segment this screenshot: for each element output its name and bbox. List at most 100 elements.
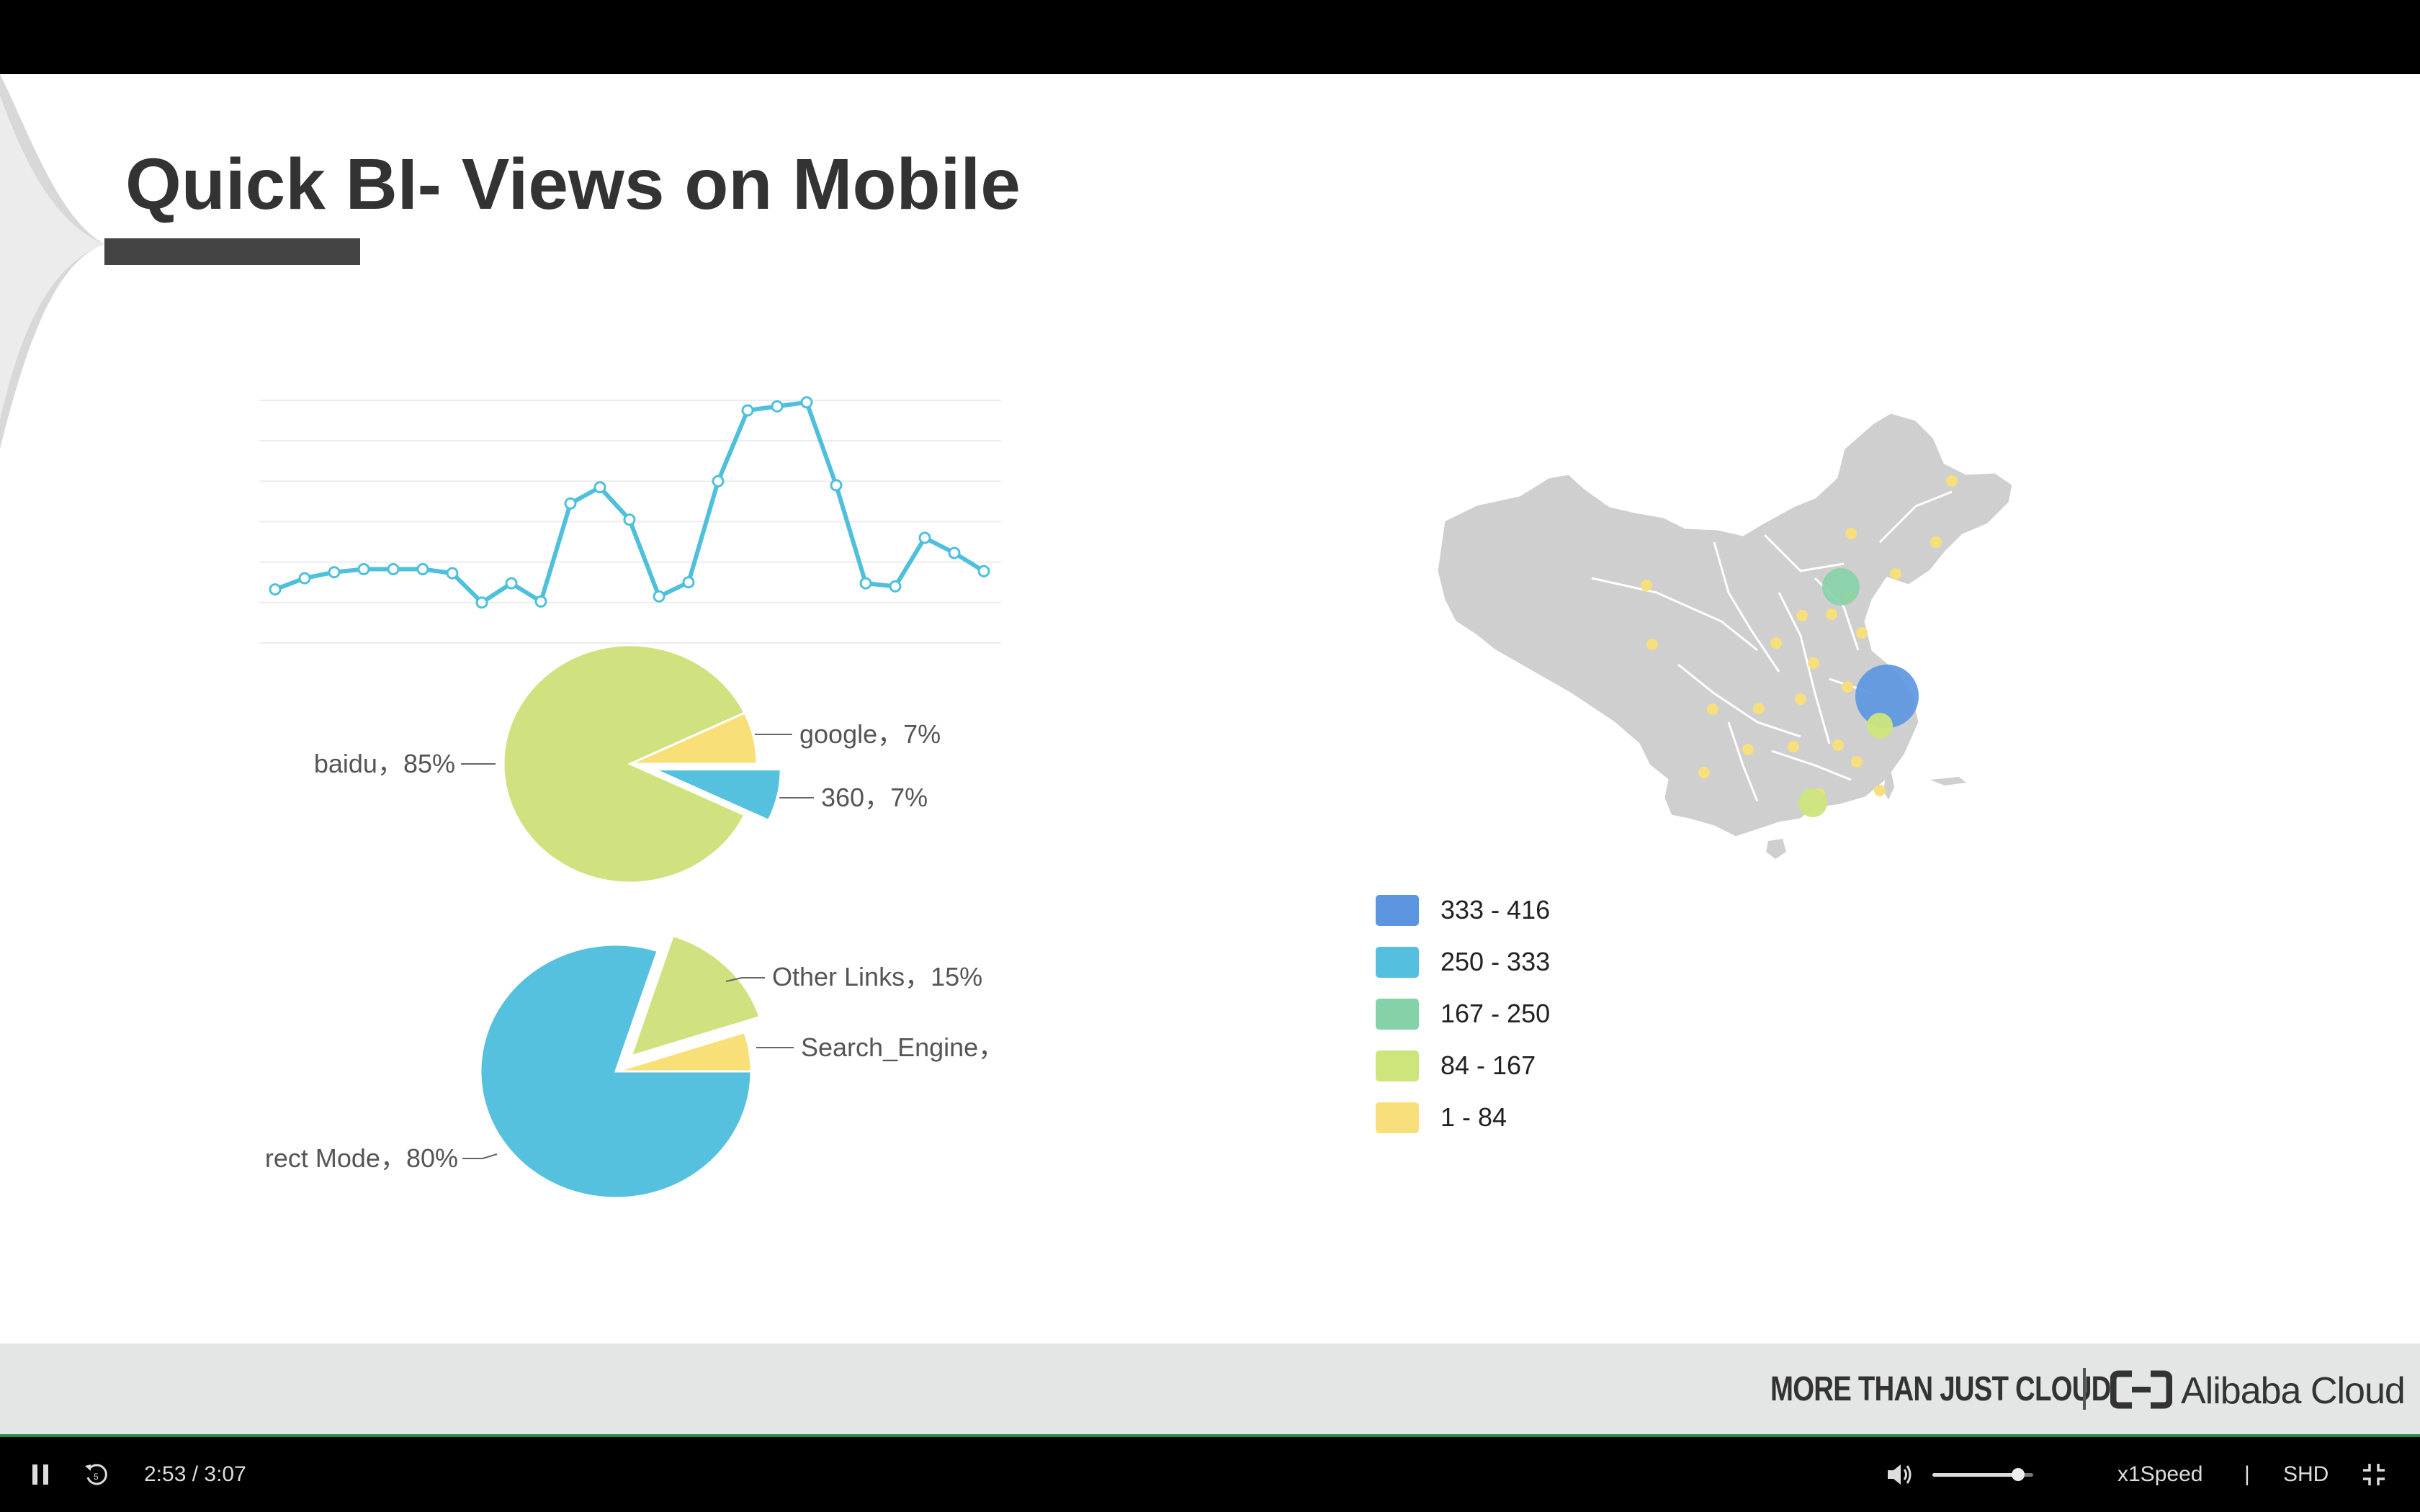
line-point (830, 479, 843, 492)
line-point (475, 596, 488, 609)
line-points (269, 396, 990, 609)
map-dot (1826, 608, 1837, 620)
map-dot (1742, 744, 1754, 755)
legend-item: 1 - 84 (1376, 1092, 1550, 1143)
legend-item: 333 - 416 (1376, 884, 1550, 936)
video-player-controls: 5 2:53 / 3:07 x1Speed | SHD (0, 1437, 2420, 1512)
china-bubble-map (1435, 411, 2015, 859)
map-dot (1842, 681, 1853, 693)
pie1-label-baidu: baidu，85% (314, 749, 455, 778)
south-islands (1930, 777, 1966, 786)
legend-item: 250 - 333 (1376, 936, 1550, 988)
pie1-label-google: google，7% (799, 719, 941, 749)
line-point (653, 590, 666, 603)
pie2-label-direct-mode: rect Mode，80% (265, 1143, 458, 1173)
line-point (800, 396, 813, 409)
presentation-slide: Quick BI- Views on Mobile baidu，85% goog… (0, 74, 2420, 1344)
svg-text:5: 5 (94, 1472, 99, 1482)
line-point (269, 583, 282, 596)
map-dot (1890, 568, 1901, 580)
map-dot (1796, 610, 1808, 621)
line-point (623, 513, 636, 526)
line-point (948, 546, 961, 559)
map-dot (1753, 703, 1765, 714)
control-divider: | (2244, 1462, 2250, 1486)
map-dot (1641, 580, 1652, 591)
footer-divider (2083, 1368, 2086, 1410)
map-dot (1845, 528, 1857, 539)
line-point (446, 567, 459, 580)
legend-label: 1 - 84 (1440, 1102, 1507, 1132)
volume-button[interactable] (1885, 1437, 1914, 1512)
map-dot (1788, 741, 1799, 752)
volume-slider-handle[interactable] (2012, 1468, 2025, 1481)
brand-name: Alibaba Cloud (2181, 1370, 2406, 1412)
hainan-shape (1766, 839, 1786, 859)
legend-label: 250 - 333 (1440, 947, 1551, 976)
line-point (741, 404, 754, 417)
map-bubble-zhejiang (1867, 713, 1893, 739)
line-point (328, 566, 341, 579)
line-point (298, 572, 311, 585)
line-chart (259, 396, 1001, 644)
brand-tagline: MORE THAN JUST CLOUD (1770, 1370, 2111, 1408)
map-dot (1832, 739, 1844, 751)
exit-fullscreen-icon (2363, 1464, 2385, 1485)
pie2-label-other-links: Other Links，15% (772, 962, 982, 991)
slide-footer: MORE THAN JUST CLOUD Alibaba Cloud (0, 1344, 2420, 1437)
pie1-label-360: 360，7% (821, 783, 928, 812)
map-dot (1930, 536, 1942, 548)
line-point (859, 577, 872, 590)
legend-label: 84 - 167 (1440, 1050, 1536, 1080)
legend-label: 167 - 250 (1440, 999, 1551, 1028)
pie2-label-search-engine: Search_Engine， (801, 1032, 1004, 1062)
map-dot (1795, 693, 1806, 705)
legend-swatch (1376, 894, 1419, 926)
pause-icon (32, 1464, 48, 1485)
line-point (357, 562, 370, 575)
line-point (918, 531, 931, 544)
map-dot (1851, 756, 1863, 768)
pause-button[interactable] (29, 1437, 52, 1512)
map-dot (1646, 639, 1658, 650)
replay-icon: 5 (85, 1464, 107, 1485)
map-dot (1856, 627, 1868, 639)
line-point (534, 595, 547, 608)
line-point (712, 474, 725, 487)
line-point (564, 497, 577, 510)
map-bubble-beijing (1822, 568, 1860, 606)
legend-label: 333 - 416 (1440, 895, 1551, 924)
volume-icon (1888, 1464, 1912, 1485)
pie-chart-visit-source: Other Links，15% Search_Engine， rect Mode… (265, 934, 1004, 1200)
map-dot (1770, 637, 1782, 649)
charts-canvas: baidu，85% google，7% 360，7% Other Links，1… (259, 396, 2015, 1200)
map-dot (1874, 785, 1886, 796)
legend-item: 84 - 167 (1376, 1040, 1550, 1092)
map-dot (1707, 703, 1718, 715)
line-point (977, 564, 990, 577)
playback-speed-button[interactable]: x1Speed (2118, 1437, 2202, 1512)
map-legend: 333 - 416 250 - 333 167 - 250 84 - 167 1… (1376, 884, 1550, 1143)
time-display: 2:53 / 3:07 (144, 1462, 246, 1486)
line-point (505, 577, 518, 590)
line-point (593, 481, 606, 494)
line-point (889, 580, 902, 593)
line-point (387, 562, 400, 575)
line-series (274, 400, 985, 605)
exit-fullscreen-button[interactable] (2361, 1437, 2387, 1512)
line-point (771, 400, 784, 413)
line-point (416, 562, 429, 575)
map-dot (1946, 475, 1958, 487)
replay-button[interactable]: 5 (82, 1437, 111, 1512)
direct-mode-leader-line (462, 1153, 498, 1159)
legend-swatch (1376, 998, 1419, 1030)
map-bubble-guangdong (1798, 788, 1827, 817)
quality-button[interactable]: SHD (2283, 1437, 2329, 1512)
legend-swatch (1376, 946, 1419, 978)
alibaba-cloud-logo-icon (2110, 1370, 2172, 1409)
line-point (682, 576, 695, 589)
volume-slider[interactable] (1932, 1468, 2033, 1481)
volume-slider-fill (1932, 1473, 2018, 1477)
legend-item: 167 - 250 (1376, 988, 1550, 1040)
map-dot (1808, 657, 1819, 669)
